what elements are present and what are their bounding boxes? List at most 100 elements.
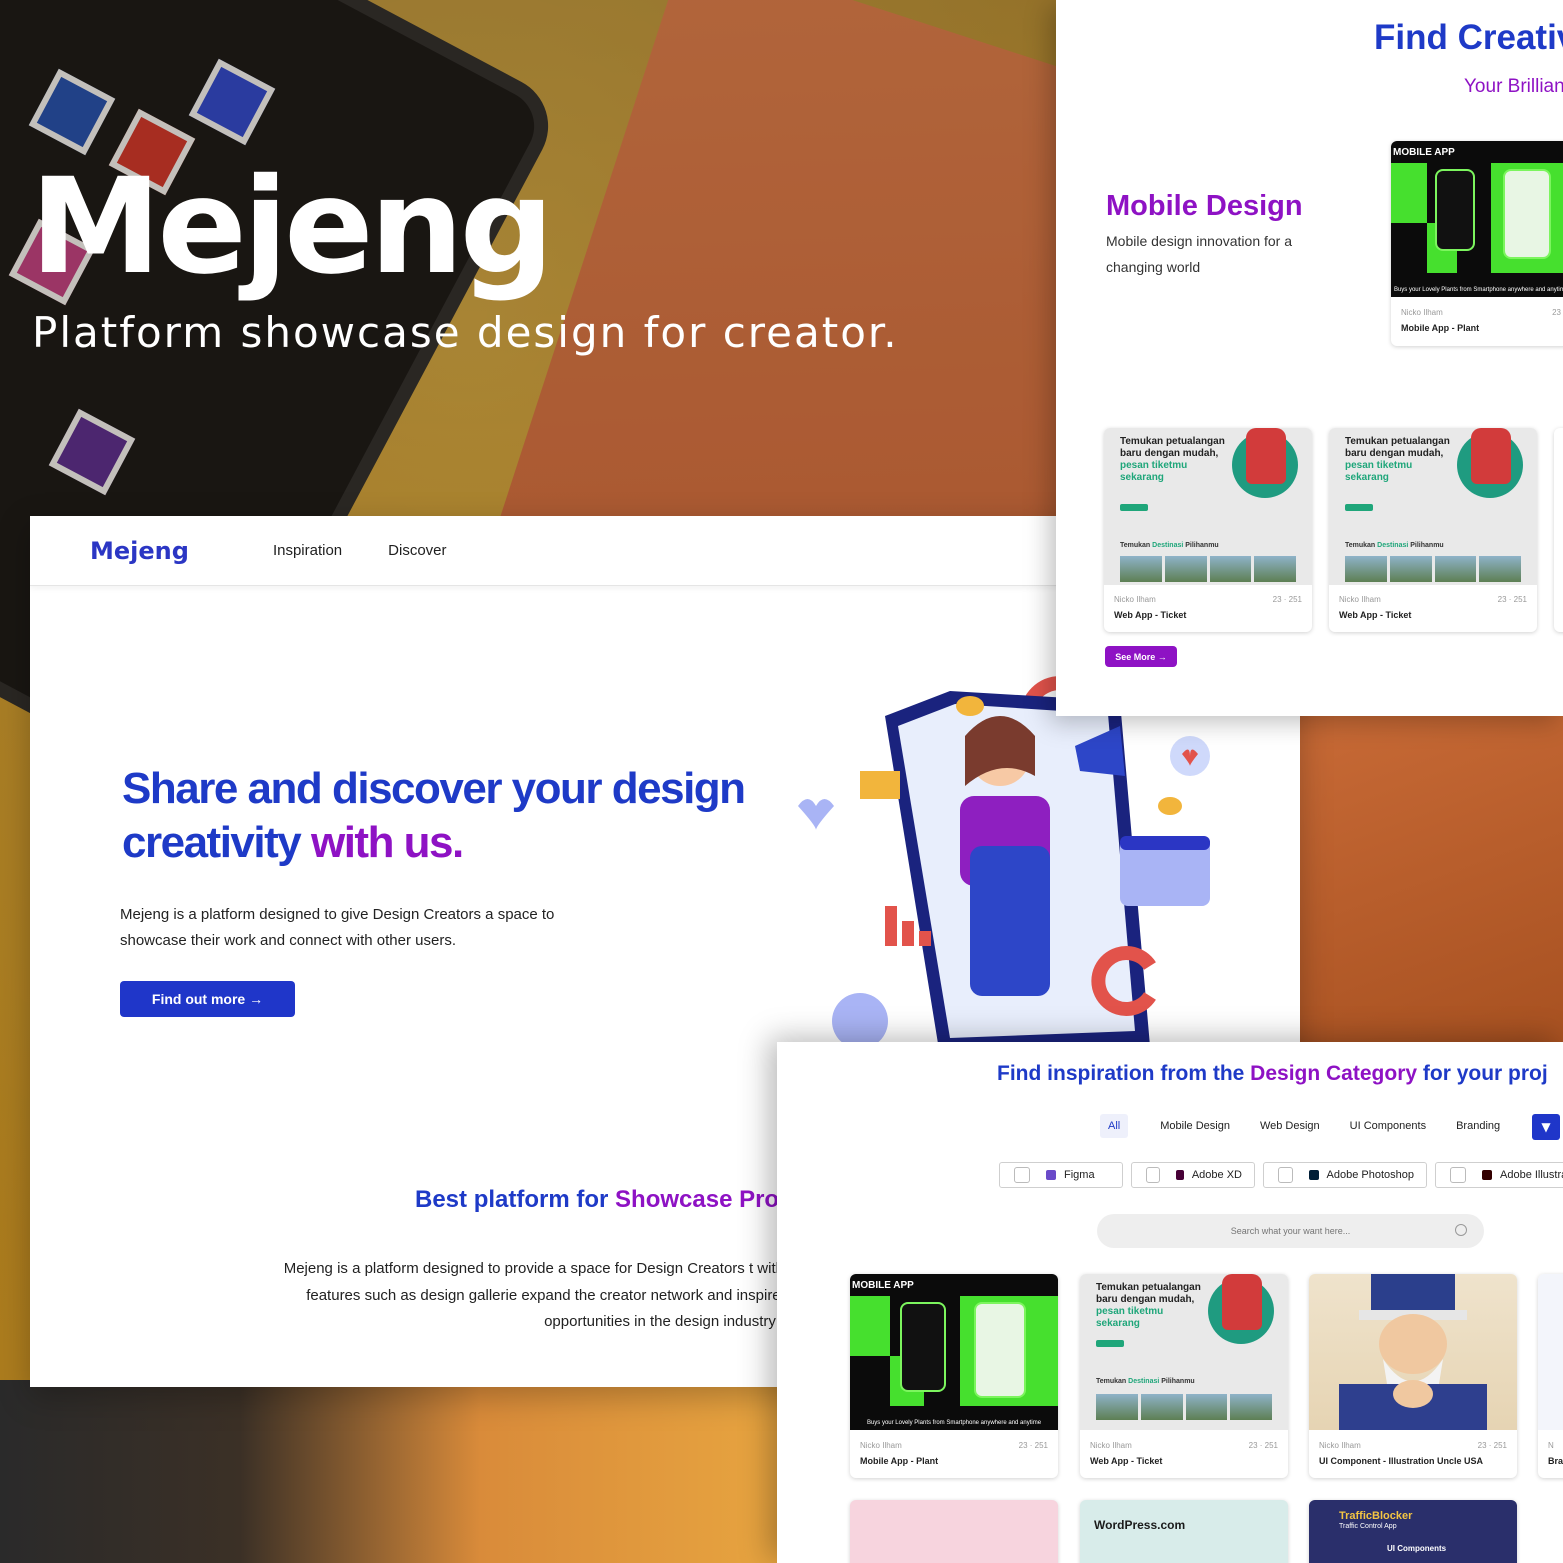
tab-all[interactable]: All [1100,1114,1129,1138]
hero-description: Mejeng is a platform designed to give De… [120,906,555,949]
hero-illustration [798,676,1210,1056]
card-thumbnail: Temukan petualangan baru dengan mudah, p… [1104,428,1312,585]
tool-filter-adobe-photoshop[interactable]: Adobe Photoshop [1263,1162,1427,1188]
card-meta: Nicko Ilham 23 [1401,308,1561,317]
design-card[interactable] [850,1500,1058,1563]
filter-icon: ▼ [1541,1120,1551,1134]
see-more-button[interactable]: See More → [1105,646,1177,667]
design-card[interactable]: MOBILE APP Buys your Lovely Plants from … [1391,141,1563,346]
tab-ui-components[interactable]: UI Components [1336,1114,1440,1138]
hero-title-line2: creativity with us. [122,816,745,870]
category-page-title: Find Creativ [1374,18,1563,57]
tool-filters: Figma Adobe XD Adobe Photoshop Adobe Ill… [999,1162,1563,1188]
card-meta: Nicko Ilham 23 · 251 [1339,595,1527,604]
mail-icon [860,771,900,799]
design-card[interactable]: Temukan petualangan baru dengan mudah, p… [1329,428,1537,632]
uncle-sam-illustration [1339,1274,1487,1430]
card-title: Mobile App - Plant [1401,323,1480,333]
hero-title: Share and discover your design creativit… [122,762,746,870]
card-author: Nicko Ilham [1114,595,1156,604]
tool-filter-adobe-illustrator[interactable]: Adobe Illustrat [1435,1162,1563,1188]
avatar-bubble-icon [832,993,888,1049]
tool-filter-figma[interactable]: Figma [999,1162,1123,1188]
hero-title-line1: Share and discover your design [122,764,746,813]
nav-link-inspiration[interactable]: Inspiration [273,542,342,559]
bird-icon [956,696,984,716]
design-card[interactable]: Temukan petualangan baru dengan mudah, p… [1080,1274,1288,1478]
traffic-tag: UI Components [1387,1544,1447,1553]
checkbox[interactable] [1278,1167,1294,1183]
tab-web-design[interactable]: Web Design [1246,1114,1334,1138]
category-description: Mobile design innovation for a changing … [1106,233,1293,275]
traffic-sub: Traffic Control App [1339,1523,1397,1530]
category-tabs: All Mobile Design Web Design UI Componen… [1100,1114,1516,1138]
ticket-headline: Temukan petualangan baru dengan mudah, p… [1096,1282,1201,1329]
ticket-headline: Temukan petualangan baru dengan mudah, p… [1345,436,1450,483]
card-thumbnail: Temukan petualangan baru dengan mudah, p… [1329,428,1537,585]
card-thumbnail: MOBILE APP Buys your Lovely Plants from … [1391,141,1563,297]
nav-logo[interactable]: Mejeng [90,537,189,565]
section-title: Best platform for Showcase Pro [415,1186,779,1214]
plant-label: MOBILE APP [852,1280,914,1291]
search-input[interactable] [1097,1214,1484,1248]
card-likes: 23 [1552,308,1561,317]
design-card[interactable]: Temukan petualangan baru dengan mudah, p… [1104,428,1312,632]
photoshop-icon [1309,1170,1319,1180]
wordpress-label: WordPress.com [1094,1518,1186,1532]
design-card[interactable]: Nicko Ilham 23 · 251 UI Component - Illu… [1309,1274,1517,1478]
card-stats: 23 · 251 [1272,595,1302,604]
design-card-partial[interactable] [1554,428,1563,632]
card-title: Web App - Ticket [1114,610,1187,620]
tab-branding[interactable]: Branding [1442,1114,1514,1138]
card-thumbnail [1309,1274,1517,1430]
card-stats: 23 · 251 [1497,595,1527,604]
card-stats: 23 · 251 [1018,1441,1048,1450]
nav-link-discover[interactable]: Discover [388,542,446,559]
card-thumbnail: MOBILE APP Buys your Lovely Plants from … [850,1274,1058,1430]
find-out-more-button[interactable]: Find out more → [120,981,295,1017]
card-stats: 23 · 251 [1248,1441,1278,1450]
card-thumbnail: Temukan petualangan baru dengan mudah, p… [1080,1274,1288,1430]
plant-footer: Buys your Lovely Plants from Smartphone … [1393,287,1563,293]
category-title: Mobile Design [1106,190,1303,222]
traffic-label: TrafficBlocker [1339,1510,1413,1522]
plant-footer: Buys your Lovely Plants from Smartphone … [866,1420,1042,1426]
checkbox[interactable] [1146,1167,1160,1183]
card-meta: Nicko Ilham 23 · 251 [1090,1441,1278,1450]
design-card[interactable]: TrafficBlocker Traffic Control App UI Co… [1309,1500,1517,1563]
brand-logo: Mejeng [30,150,554,304]
card-author: Nicko Ilham [1401,308,1443,317]
category-window: Find Creativ Your Brillian Mobile Design… [1056,0,1563,716]
design-card[interactable]: WordPress.com [1080,1500,1288,1563]
brand-tagline: Platform showcase design for creator. [32,308,899,357]
ticket-subheading: Temukan Destinasi Pilihanmu [1096,1378,1195,1385]
hero-title-accent: with us. [310,818,464,867]
design-card[interactable]: MOBILE APP Buys your Lovely Plants from … [850,1274,1058,1478]
card-meta: Nicko Ilham 23 · 251 [860,1441,1048,1450]
checkbox[interactable] [1450,1167,1466,1183]
photo-bottom [0,1380,800,1563]
checkbox[interactable] [1014,1167,1030,1183]
heart-icon [798,799,834,830]
card-title: Mobile App - Plant [860,1456,939,1466]
category-page-subtitle: Your Brillian [1464,76,1563,97]
card-title: Web App - Ticket [1090,1456,1163,1466]
adobe-xd-icon [1175,1170,1184,1180]
card-title: Bra [1548,1456,1563,1466]
tab-mobile-design[interactable]: Mobile Design [1146,1114,1244,1138]
design-card-partial[interactable]: N Bra [1538,1274,1563,1478]
section-title-accent: Showcase Pro [615,1186,780,1213]
tool-filter-adobe-xd[interactable]: Adobe XD [1131,1162,1255,1188]
card-title: Web App - Ticket [1339,610,1412,620]
hero-title-main: creativity [122,818,302,867]
search-icon [1455,1224,1467,1236]
card-author: Nicko Ilham [1339,595,1381,604]
figma-icon [1046,1170,1056,1180]
filter-button[interactable]: ▼ [1532,1114,1560,1140]
ticket-subheading: Temukan Destinasi Pilihanmu [1120,542,1219,549]
illustrator-icon [1482,1170,1492,1180]
book-photo-right [1290,700,1563,1060]
ticket-subheading: Temukan Destinasi Pilihanmu [1345,542,1444,549]
chart-bars-icon [885,906,897,946]
bird-icon [1158,797,1182,815]
